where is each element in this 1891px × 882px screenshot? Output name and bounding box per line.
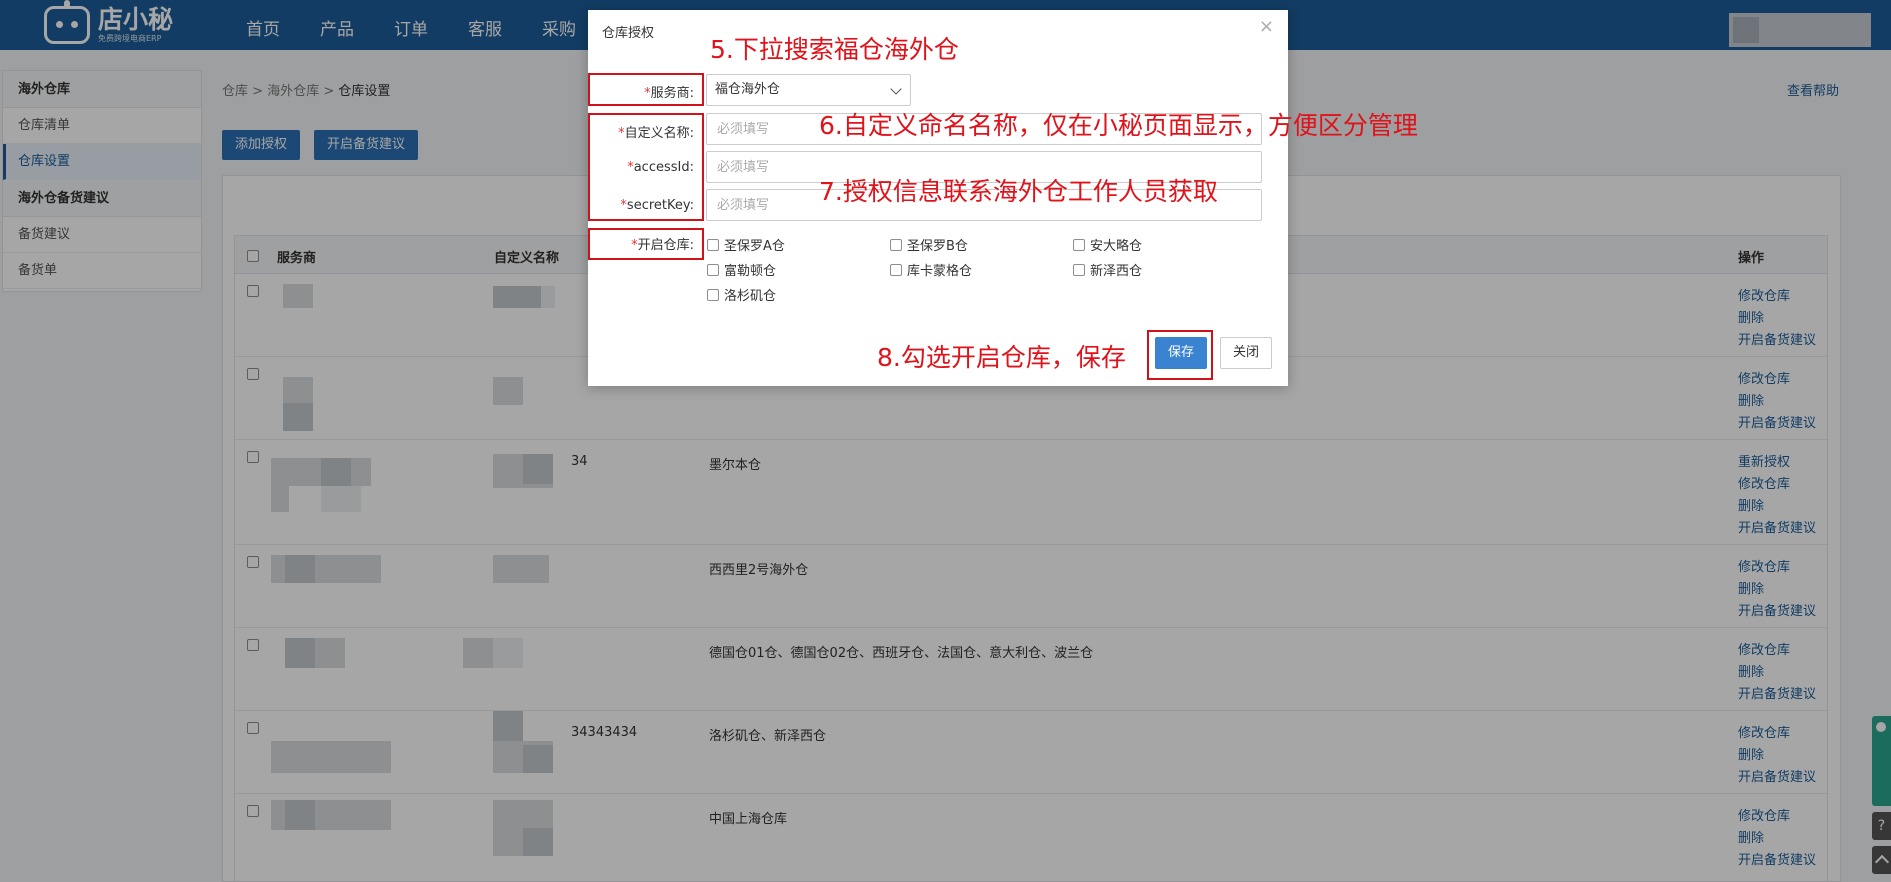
- provider-select-value: 福仓海外仓: [715, 82, 781, 97]
- warehouse-checkbox-ontario[interactable]: 安大略仓: [1073, 235, 1142, 254]
- warehouse-checkbox-los-angeles[interactable]: 洛杉矶仓: [707, 285, 776, 304]
- annotation-box-save: [1147, 330, 1213, 380]
- annotation-box-warehouses: [588, 228, 704, 260]
- provider-select[interactable]: 福仓海外仓: [706, 74, 911, 106]
- warehouse-checkbox-sao-paulo-b[interactable]: 圣保罗B仓: [890, 235, 968, 254]
- annotation-step-5: 5.下拉搜索福仓海外仓: [710, 35, 959, 64]
- warehouse-checkbox-sao-paulo-a[interactable]: 圣保罗A仓: [707, 235, 785, 254]
- annotation-step-6: 6.自定义命名名称，仅在小秘页面显示，方便区分管理: [819, 111, 1418, 140]
- annotation-box-credentials: [588, 113, 704, 221]
- warehouse-checkbox-new-jersey[interactable]: 新泽西仓: [1073, 260, 1142, 279]
- chevron-down-icon: [890, 83, 902, 95]
- modal-title: 仓库授权: [602, 26, 655, 41]
- annotation-box-provider: [588, 73, 704, 106]
- warehouse-checkbox-fullerton[interactable]: 富勒顿仓: [707, 260, 776, 279]
- annotation-step-8: 8.勾选开启仓库，保存: [877, 343, 1126, 372]
- close-button[interactable]: 关闭: [1220, 337, 1272, 369]
- annotation-step-7: 7.授权信息联系海外仓工作人员获取: [819, 177, 1218, 206]
- warehouse-checkbox-cucamonga[interactable]: 库卡蒙格仓: [890, 260, 972, 279]
- close-icon[interactable]: ×: [1259, 16, 1274, 37]
